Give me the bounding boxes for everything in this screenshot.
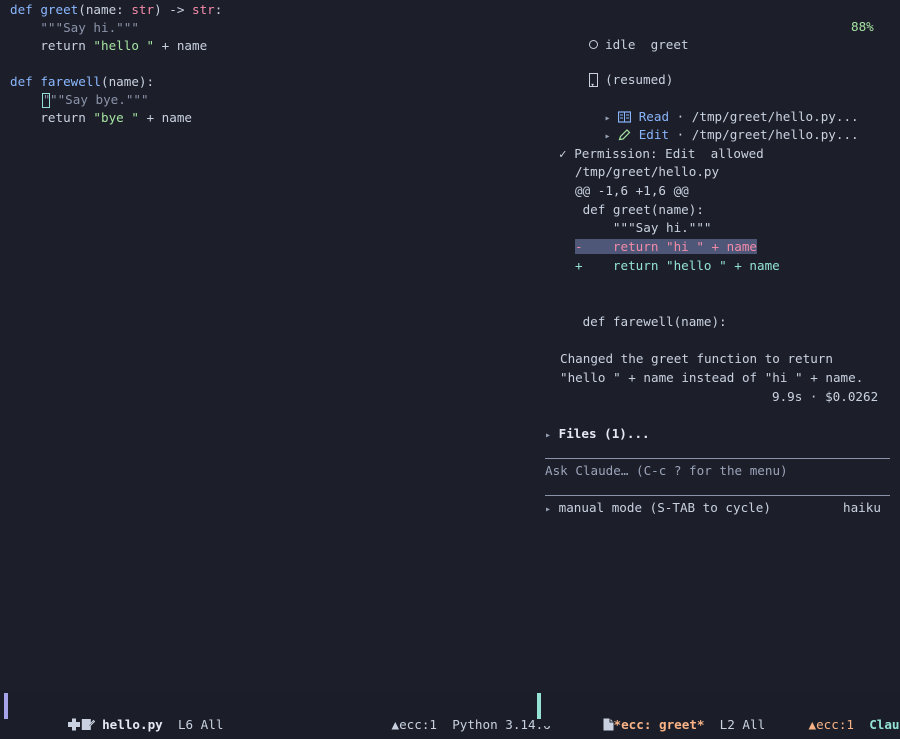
text-cursor: " <box>42 93 50 108</box>
ecc-indicator[interactable]: ecc:1 <box>816 717 854 732</box>
divider <box>545 495 890 496</box>
docstring: """Say hi.""" <box>10 20 139 35</box>
warning-triangle-icon: ▲ <box>391 717 400 732</box>
line-position: L2 All <box>719 717 766 732</box>
check-icon: ✓ <box>559 146 567 161</box>
code-text: + name <box>138 110 192 125</box>
diff-context-line: """Say hi.""" <box>575 220 712 235</box>
tool-path: · /tmp/greet/hello.py... <box>669 127 859 142</box>
string-literal: "bye " <box>93 110 139 125</box>
file-name[interactable]: hello.py <box>102 717 163 732</box>
major-mode[interactable]: Claude <box>869 717 900 732</box>
diff-context-line: def farewell(name): <box>575 314 727 329</box>
status-circle-icon <box>588 40 598 49</box>
code-text: : <box>214 2 223 17</box>
permission-line: ✓ Permission: Edit allowed <box>559 145 764 163</box>
string-literal: "hello " <box>93 38 155 53</box>
line-position: L6 All <box>177 717 224 732</box>
session-name: greet <box>650 37 689 52</box>
diff-context-line: def greet(name): <box>575 202 704 217</box>
code-line-5[interactable]: def farewell(name): <box>10 73 154 91</box>
code-text: (name): <box>101 74 155 89</box>
tool-name: Edit <box>638 127 670 142</box>
collapse-toggle-icon[interactable]: ▾ <box>588 73 598 89</box>
diff-added-line: + return "hello " + name <box>575 257 780 275</box>
diff-hunk-header: @@ -1,6 +1,6 @@ <box>575 183 689 198</box>
code-line-7[interactable]: return "bye " + name <box>10 109 192 127</box>
deleted-code: return "hi " + name <box>582 239 757 254</box>
tool-edit[interactable]: ▸ Edit · /tmp/greet/hello.py... <box>559 108 859 142</box>
app-window: def greet(name: str) -> str: """Say hi."… <box>0 0 900 739</box>
statusbar-right: *ecc: greet* L2 All ▲ecc:1 Claude <box>535 690 900 732</box>
files-section[interactable]: ▸ Files (1)... <box>545 425 650 443</box>
keyword: return <box>10 110 94 125</box>
summary-line-1: Changed the greet function to return <box>560 351 833 366</box>
claude-panel: idle greet 88% ▾ (resumed) ▸ Read · /tmp… <box>535 0 900 690</box>
context-percent: 88% <box>851 19 874 34</box>
editor-pane[interactable]: def greet(name: str) -> str: """Say hi."… <box>0 0 535 690</box>
cost-line: 9.9s · $0.0262 <box>772 389 879 404</box>
diff-file-path: /tmp/greet/hello.py <box>575 164 720 179</box>
keyword: def <box>10 74 41 89</box>
permission-label: Permission: Edit allowed <box>574 146 764 161</box>
edit-file-icon <box>81 719 95 730</box>
ecc-indicator[interactable]: ecc:1 <box>399 717 437 732</box>
cursor-char: " <box>43 93 51 107</box>
type-name: str <box>192 2 215 17</box>
mode-line[interactable]: ▸ manual mode (S-TAB to cycle) <box>545 499 771 517</box>
type-name: str <box>131 2 155 17</box>
code-text: ) -> <box>154 2 193 17</box>
function-name: greet <box>40 2 79 17</box>
statusbar-left-content: hello.py L6 All <box>21 698 223 739</box>
diff-deleted-line: - return "hi " + name <box>575 238 757 256</box>
code-line-3[interactable]: return "hello " + name <box>10 37 207 55</box>
keyword: def <box>10 2 41 17</box>
warning-triangle-icon: ▲ <box>808 717 817 732</box>
panel-header: idle greet <box>543 18 689 52</box>
statusbar-left: hello.py L6 All ▲ecc:1 Python 3.14.6 <box>0 690 551 732</box>
model-name[interactable]: haiku <box>843 499 881 517</box>
code-line-6[interactable]: """Say bye.""" <box>42 91 149 109</box>
window-indicator <box>537 693 541 719</box>
function-name: farewell <box>40 74 102 89</box>
diff-minus: - <box>575 239 583 254</box>
code-line-1[interactable]: def greet(name: str) -> str: <box>10 1 222 19</box>
prompt-input[interactable]: Ask Claude… (C-c ? for the menu) <box>545 462 788 480</box>
code-line-2[interactable]: """Say hi.""" <box>10 19 139 37</box>
resumed-line[interactable]: ▾ (resumed) <box>543 53 673 89</box>
summary-line-2: "hello " + name instead of "hi " + name. <box>560 370 864 385</box>
keyword: return <box>10 38 94 53</box>
python-icon <box>67 718 80 731</box>
files-label: Files (1)... <box>558 426 650 441</box>
buffer-name[interactable]: *ecc: greet* <box>614 717 705 732</box>
pencil-icon <box>618 129 631 141</box>
diff-plus: + <box>575 258 583 273</box>
mode-text: manual mode (S-TAB to cycle) <box>558 500 771 515</box>
code-text: (name: <box>78 2 132 17</box>
docstring: ""Say bye.""" <box>50 92 149 107</box>
file-icon <box>603 718 613 731</box>
resumed-text: (resumed) <box>605 72 674 87</box>
statusbar-right-right: ▲ecc:1 Claude <box>763 698 900 739</box>
statusbar-left-right: ▲ecc:1 Python 3.14.6 <box>346 698 551 739</box>
divider <box>545 458 890 459</box>
code-text: + name <box>154 38 208 53</box>
window-indicator <box>4 693 8 719</box>
status-text: idle <box>605 37 636 52</box>
added-code: return "hello " + name <box>582 258 780 273</box>
tool-read[interactable]: ▸ Read · /tmp/greet/hello.py... <box>559 90 859 124</box>
statusbar-right-content: *ecc: greet* L2 All <box>557 698 765 739</box>
